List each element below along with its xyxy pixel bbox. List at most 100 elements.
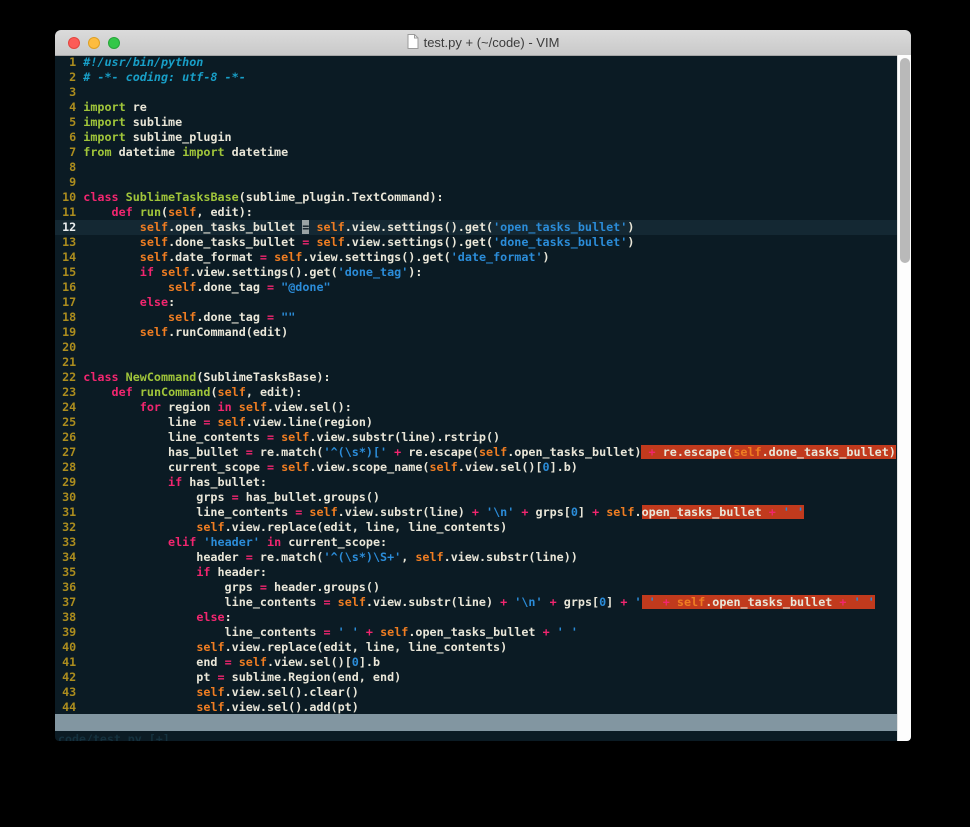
code-line[interactable]: 25 line = self.view.line(region) [55, 415, 897, 430]
code-line[interactable]: 6 import sublime_plugin [55, 130, 897, 145]
scrollbar-thumb[interactable] [900, 58, 910, 263]
traffic-lights [68, 30, 120, 55]
line-number: 44 [55, 700, 84, 714]
document-icon [407, 33, 419, 52]
code-line[interactable]: 42 pt = sublime.Region(end, end) [55, 670, 897, 685]
close-button[interactable] [68, 36, 80, 49]
line-number: 32 [55, 520, 84, 534]
line-number: 41 [55, 655, 84, 669]
code-line[interactable]: 35 if header: [55, 565, 897, 580]
line-number: 43 [55, 685, 84, 699]
code-line[interactable]: 39 line_contents = ' ' + self.open_tasks… [55, 625, 897, 640]
line-number: 35 [55, 565, 84, 579]
line-number: 24 [55, 400, 84, 414]
title-bar[interactable]: test.py + (~/code) - VIM [55, 30, 911, 56]
code-line[interactable]: 41 end = self.view.sel()[0].b [55, 655, 897, 670]
code-line[interactable]: 15 if self.view.settings().get('done_tag… [55, 265, 897, 280]
code-line[interactable]: 44 self.view.sel().add(pt) [55, 700, 897, 714]
line-number: 3 [55, 85, 84, 99]
line-number: 6 [55, 130, 84, 144]
line-number: 18 [55, 310, 84, 324]
desktop: { "window": { "title": "test.py + (~/cod… [0, 0, 970, 827]
status-bar: code/test.py [+] 12,32 Top [55, 714, 897, 741]
window-title-group: test.py + (~/code) - VIM [407, 33, 560, 52]
code-line[interactable]: 23 def runCommand(self, edit): [55, 385, 897, 400]
line-number: 10 [55, 190, 84, 204]
line-number: 17 [55, 295, 84, 309]
zoom-button[interactable] [108, 36, 120, 49]
line-number: 25 [55, 415, 84, 429]
code-line[interactable]: 20 [55, 340, 897, 355]
code-line[interactable]: 1 #!/usr/bin/python [55, 55, 897, 70]
line-number: 29 [55, 475, 84, 489]
line-number: 38 [55, 610, 84, 624]
code-line[interactable]: 14 self.date_format = self.view.settings… [55, 250, 897, 265]
window-title: test.py + (~/code) - VIM [423, 35, 560, 50]
code-line[interactable]: 8 [55, 160, 897, 175]
line-number: 21 [55, 355, 84, 369]
code-line[interactable]: 27 has_bullet = re.match('^(\s*)[' + re.… [55, 445, 897, 460]
code-line[interactable]: 26 line_contents = self.view.substr(line… [55, 430, 897, 445]
line-number: 9 [55, 175, 84, 189]
code-line[interactable]: 9 [55, 175, 897, 190]
line-number: 15 [55, 265, 84, 279]
line-number: 39 [55, 625, 84, 639]
line-number: 16 [55, 280, 84, 294]
line-number: 42 [55, 670, 84, 684]
line-number: 19 [55, 325, 84, 339]
line-number: 30 [55, 490, 84, 504]
code-line[interactable]: 32 self.view.replace(edit, line, line_co… [55, 520, 897, 535]
code-line[interactable]: 16 self.done_tag = "@done" [55, 280, 897, 295]
line-number: 20 [55, 340, 84, 354]
code-line[interactable]: 43 self.view.sel().clear() [55, 685, 897, 700]
line-number: 4 [55, 100, 84, 114]
code-line[interactable]: 10 class SublimeTasksBase(sublime_plugin… [55, 190, 897, 205]
line-number: 7 [55, 145, 84, 159]
code-line[interactable]: 7 from datetime import datetime [55, 145, 897, 160]
line-number: 2 [55, 70, 84, 84]
code-line[interactable]: 11 def run(self, edit): [55, 205, 897, 220]
line-number: 8 [55, 160, 84, 174]
line-number: 5 [55, 115, 84, 129]
code-line[interactable]: 38 else: [55, 610, 897, 625]
code-line[interactable]: 30 grps = has_bullet.groups() [55, 490, 897, 505]
code-line[interactable]: 24 for region in self.view.sel(): [55, 400, 897, 415]
code-line[interactable]: 36 grps = header.groups() [55, 580, 897, 595]
code-line[interactable]: 18 self.done_tag = "" [55, 310, 897, 325]
line-number: 13 [55, 235, 84, 249]
code-line[interactable]: 28 current_scope = self.view.scope_name(… [55, 460, 897, 475]
scrollbar-track[interactable] [897, 55, 911, 741]
line-number: 14 [55, 250, 84, 264]
line-number: 12 [55, 220, 84, 234]
code-line[interactable]: 22 class NewCommand(SublimeTasksBase): [55, 370, 897, 385]
code-line[interactable]: 21 [55, 355, 897, 370]
code-line[interactable]: 3 [55, 85, 897, 100]
line-number: 40 [55, 640, 84, 654]
code-line[interactable]: 5 import sublime [55, 115, 897, 130]
code-line[interactable]: 12 self.open_tasks_bullet = self.view.se… [55, 220, 897, 235]
code-line[interactable]: 17 else: [55, 295, 897, 310]
line-number: 34 [55, 550, 84, 564]
line-number: 37 [55, 595, 84, 609]
line-number: 36 [55, 580, 84, 594]
code-line[interactable]: 19 self.runCommand(edit) [55, 325, 897, 340]
line-number: 27 [55, 445, 84, 459]
vim-window: test.py + (~/code) - VIM 1 #!/usr/bin/py… [55, 30, 911, 741]
code-line[interactable]: 33 elif 'header' in current_scope: [55, 535, 897, 550]
code-line[interactable]: 2 # -*- coding: utf-8 -*- [55, 70, 897, 85]
code-line[interactable]: 4 import re [55, 100, 897, 115]
line-number: 33 [55, 535, 84, 549]
code-line[interactable]: 13 self.done_tasks_bullet = self.view.se… [55, 235, 897, 250]
line-number: 22 [55, 370, 84, 384]
status-filename: code/test.py [+] [58, 732, 170, 741]
minimize-button[interactable] [88, 36, 100, 49]
line-number: 26 [55, 430, 84, 444]
code-line[interactable]: 31 line_contents = self.view.substr(line… [55, 505, 897, 520]
code-line[interactable]: 40 self.view.replace(edit, line, line_co… [55, 640, 897, 655]
code-area[interactable]: 1 #!/usr/bin/python 2 # -*- coding: utf-… [55, 55, 897, 714]
code-line[interactable]: 34 header = re.match('^(\s*)\S+', self.v… [55, 550, 897, 565]
code-line[interactable]: 29 if has_bullet: [55, 475, 897, 490]
line-number: 1 [55, 55, 84, 69]
line-number: 31 [55, 505, 84, 519]
code-line[interactable]: 37 line_contents = self.view.substr(line… [55, 595, 897, 610]
